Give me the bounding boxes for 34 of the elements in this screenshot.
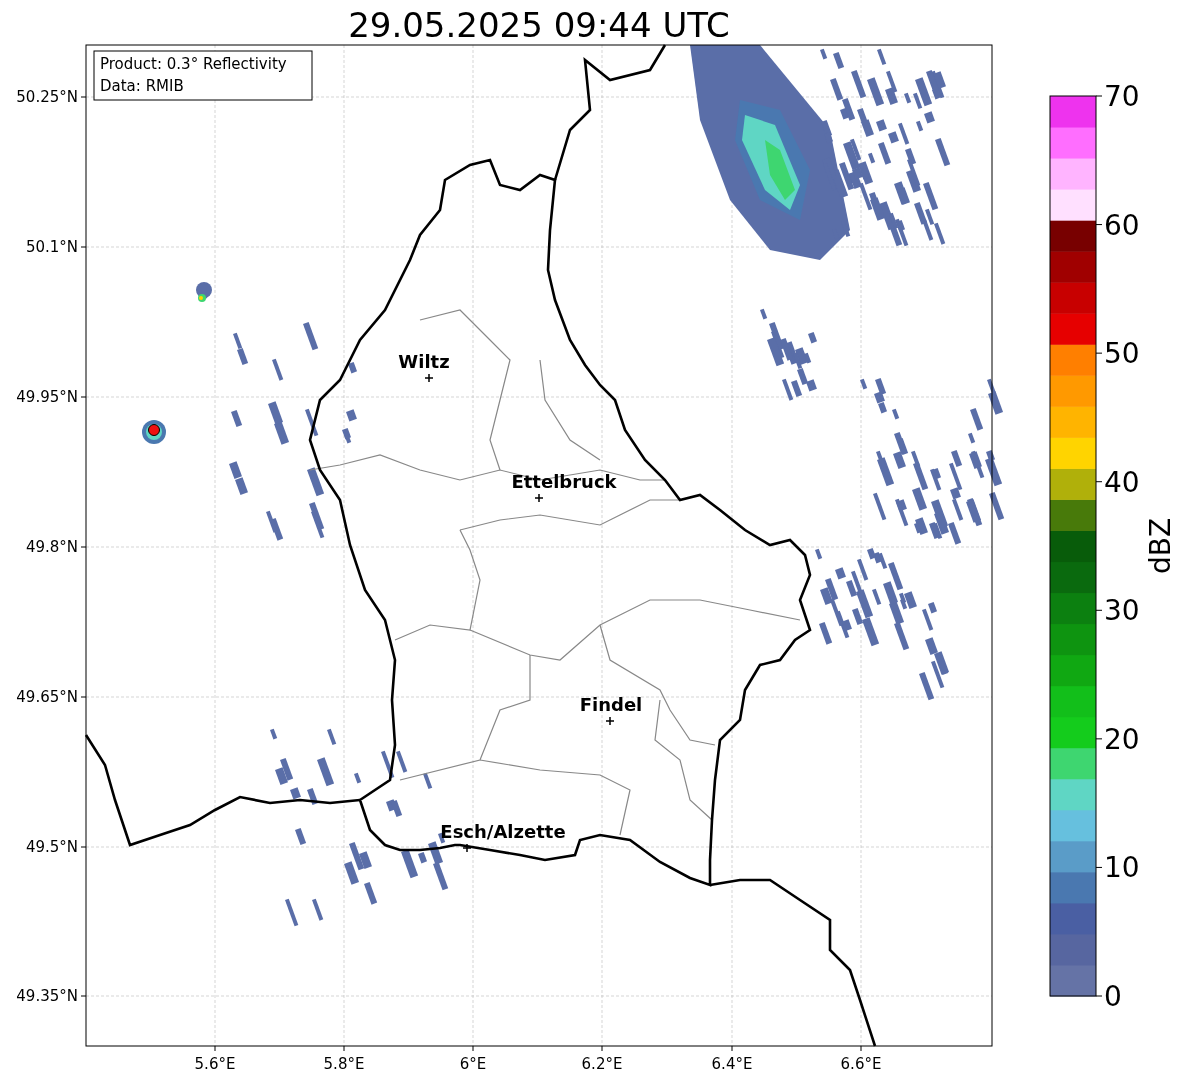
y-tick-label: 50.1°N: [25, 238, 78, 256]
colorbar-tick-label: 70: [1104, 80, 1140, 113]
y-tick-label: 49.35°N: [16, 987, 78, 1005]
city-label: Wiltz: [398, 351, 450, 372]
x-tick-label: 6.2°E: [581, 1055, 623, 1073]
colorbar-tick-label: 0: [1104, 980, 1122, 1013]
y-tick-label: 49.95°N: [16, 388, 78, 406]
info-text: Data: RMIB: [100, 77, 184, 95]
info-text: Product: 0.3° Reflectivity: [100, 55, 287, 73]
city-marker: [605, 716, 615, 726]
colorbar-tick-label: 30: [1104, 594, 1140, 628]
colorbar-tick-label: 50: [1104, 337, 1140, 371]
city-label: Findel: [579, 694, 643, 715]
colorbar-tick-label: 40: [1104, 465, 1140, 499]
city-marker: [424, 373, 434, 383]
x-tick-label: 5.6°E: [194, 1055, 236, 1073]
city-label: Ettelbruck: [511, 471, 617, 492]
chart-title: 29.05.2025 09:44 UTC: [348, 5, 730, 45]
colorbar-tick-label: 60: [1104, 208, 1140, 242]
city-marker: [534, 493, 544, 503]
colorbar-tick-label: 10: [1104, 851, 1140, 885]
y-tick-label: 50.25°N: [16, 88, 78, 106]
x-tick-label: 6.6°E: [840, 1055, 882, 1073]
x-tick-label: 6.4°E: [711, 1055, 753, 1073]
y-tick-label: 49.65°N: [16, 688, 78, 706]
city-marker: [462, 843, 472, 853]
y-tick-label: 49.5°N: [25, 838, 78, 856]
x-tick-label: 5.8°E: [323, 1055, 365, 1073]
y-tick-label: 49.8°N: [25, 538, 78, 556]
x-tick-label: 6°E: [459, 1055, 487, 1073]
city-label: Esch/Alzette: [440, 821, 566, 842]
radar-site-marker: [148, 424, 160, 436]
colorbar-tick-label: 20: [1104, 722, 1140, 756]
colorbar-label: dBZ: [1144, 517, 1177, 575]
